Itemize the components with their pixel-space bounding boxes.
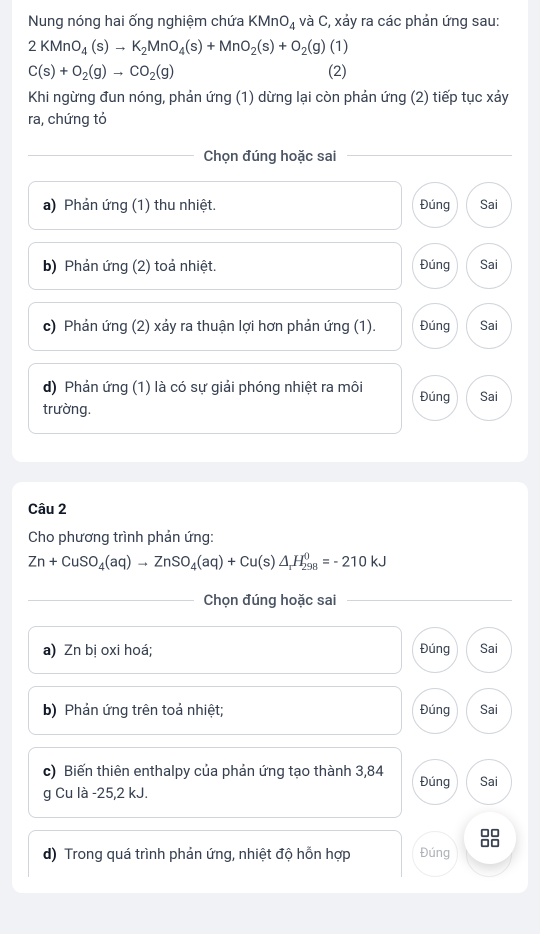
option-text: Phản ứng (2) xảy ra thuận lợi hơn phản ứ…: [60, 317, 376, 335]
q2-option-c-text: c) Biến thiên enthalpy của phản ứng tạo …: [28, 747, 402, 818]
option-label: a): [43, 196, 56, 214]
divider-line: [28, 155, 194, 156]
option-label: a): [43, 641, 56, 659]
q1-option-a-text: a) Phản ứng (1) thu nhiệt.: [28, 181, 402, 230]
false-button[interactable]: Sai: [466, 627, 512, 673]
button-group: Đúng Sai: [412, 363, 512, 434]
button-group: Đúng Sai: [412, 302, 512, 351]
true-button[interactable]: Đúng: [412, 303, 458, 349]
false-button[interactable]: Sai: [466, 688, 512, 734]
false-button[interactable]: Sai: [466, 182, 512, 228]
q1-option-c-row: c) Phản ứng (2) xảy ra thuận lợi hơn phả…: [28, 302, 512, 351]
q1-stem: Nung nóng hai ống nghiệm chứa KMnO4 và C…: [28, 10, 512, 131]
q1-option-a-row: a) Phản ứng (1) thu nhiệt. Đúng Sai: [28, 181, 512, 230]
divider-line: [28, 600, 194, 601]
subscript-298: 298: [302, 561, 318, 573]
instruction-divider: Chọn đúng hoặc sai: [28, 145, 512, 168]
option-text: Trong quá trình phản ứng, nhiệt độ hỗn h…: [61, 845, 351, 863]
q2-option-a-row: a) Zn bị oxi hoá; Đúng Sai: [28, 626, 512, 675]
button-group: Đúng Sai: [412, 686, 512, 735]
q2-option-d-row: d) Trong quá trình phản ứng, nhiệt độ hỗ…: [28, 830, 512, 878]
q2-stem: Cho phương trình phản ứng: Zn + CuSO4(aq…: [28, 526, 512, 575]
text: (s) + MnO: [185, 37, 251, 55]
option-label: c): [43, 317, 56, 335]
option-label: b): [43, 257, 57, 275]
text: (s) → K: [87, 37, 141, 55]
option-label: b): [43, 701, 57, 719]
button-group: Đúng Sai: [412, 626, 512, 675]
option-text: Phản ứng (2) toả nhiệt.: [61, 257, 217, 275]
enthalpy-symbol: ΔrH0298: [279, 553, 321, 570]
q2-option-b-text: b) Phản ứng trên toả nhiệt;: [28, 686, 402, 735]
button-group: Đúng Sai: [412, 181, 512, 230]
text: (g) → CO: [88, 62, 149, 80]
instruction-divider: Chọn đúng hoặc sai: [28, 589, 512, 612]
option-label: d): [43, 845, 57, 863]
q2-option-a-text: a) Zn bị oxi hoá;: [28, 626, 402, 675]
true-button[interactable]: Đúng: [412, 375, 458, 421]
option-label: c): [43, 762, 56, 780]
option-text: Phản ứng (1) là có sự giải phóng nhiệt r…: [43, 378, 363, 419]
question-1-card: Nung nóng hai ống nghiệm chứa KMnO4 và C…: [12, 0, 528, 462]
text: và C, xảy ra các phản ứng sau:: [295, 12, 499, 30]
divider-line: [347, 155, 513, 156]
q2-option-c-row: c) Biến thiên enthalpy của phản ứng tạo …: [28, 747, 512, 818]
q2-option-b-row: b) Phản ứng trên toả nhiệt; Đúng Sai: [28, 686, 512, 735]
q2-option-d-text: d) Trong quá trình phản ứng, nhiệt độ hỗ…: [28, 830, 402, 878]
q1-option-d-row: d) Phản ứng (1) là có sự giải phóng nhiệ…: [28, 363, 512, 434]
text: Khi ngừng đun nóng, phản ứng (1) dừng lạ…: [28, 88, 509, 129]
text: (aq) + Cu(s): [197, 552, 280, 570]
text: Nung nóng hai ống nghiệm chứa KMnO: [28, 12, 289, 30]
button-group: Đúng Sai: [412, 747, 512, 818]
option-text: Phản ứng trên toả nhiệt;: [61, 701, 224, 719]
true-button[interactable]: Đúng: [412, 182, 458, 228]
text: MnO: [147, 37, 179, 55]
q1-option-b-text: b) Phản ứng (2) toả nhiệt.: [28, 242, 402, 291]
button-group: Đúng Sai: [412, 242, 512, 291]
divider-line: [347, 600, 513, 601]
text: (g) (1): [307, 37, 348, 55]
divider-label: Chọn đúng hoặc sai: [204, 589, 337, 612]
delta: Δ: [279, 553, 288, 570]
text: 2 KMnO: [28, 37, 81, 55]
apps-fab[interactable]: [464, 812, 516, 864]
text: (2): [328, 62, 347, 80]
true-button[interactable]: Đúng: [412, 759, 458, 805]
text: C(s) + O: [28, 62, 82, 80]
divider-label: Chọn đúng hoặc sai: [204, 145, 337, 168]
false-button[interactable]: Sai: [466, 759, 512, 805]
true-button[interactable]: Đúng: [412, 243, 458, 289]
true-button[interactable]: Đúng: [412, 627, 458, 673]
q1-option-c-text: c) Phản ứng (2) xảy ra thuận lợi hơn phả…: [28, 302, 402, 351]
question-2-card: Câu 2 Cho phương trình phản ứng: Zn + Cu…: [12, 482, 528, 894]
text: (g): [156, 62, 175, 80]
text: Zn + CuSO: [28, 552, 98, 570]
text: Cho phương trình phản ứng:: [28, 528, 214, 546]
grid-icon: [479, 827, 501, 849]
false-button[interactable]: Sai: [466, 243, 512, 289]
true-button[interactable]: Đúng: [412, 688, 458, 734]
true-button[interactable]: Đúng: [412, 831, 458, 877]
q2-title: Câu 2: [28, 498, 512, 521]
enthalpy-value: = - 210 kJ: [322, 552, 387, 570]
option-text: Phản ứng (1) thu nhiệt.: [60, 196, 216, 214]
option-text: Zn bị oxi hoá;: [60, 641, 152, 659]
option-label: d): [43, 378, 57, 396]
option-text: Biến thiên enthalpy của phản ứng tạo thà…: [43, 762, 384, 803]
false-button[interactable]: Sai: [466, 303, 512, 349]
false-button[interactable]: Sai: [466, 375, 512, 421]
text: (s) + O: [257, 37, 301, 55]
q1-option-b-row: b) Phản ứng (2) toả nhiệt. Đúng Sai: [28, 242, 512, 291]
text: (aq) → ZnSO: [105, 552, 191, 570]
q1-option-d-text: d) Phản ứng (1) là có sự giải phóng nhiệ…: [28, 363, 402, 434]
